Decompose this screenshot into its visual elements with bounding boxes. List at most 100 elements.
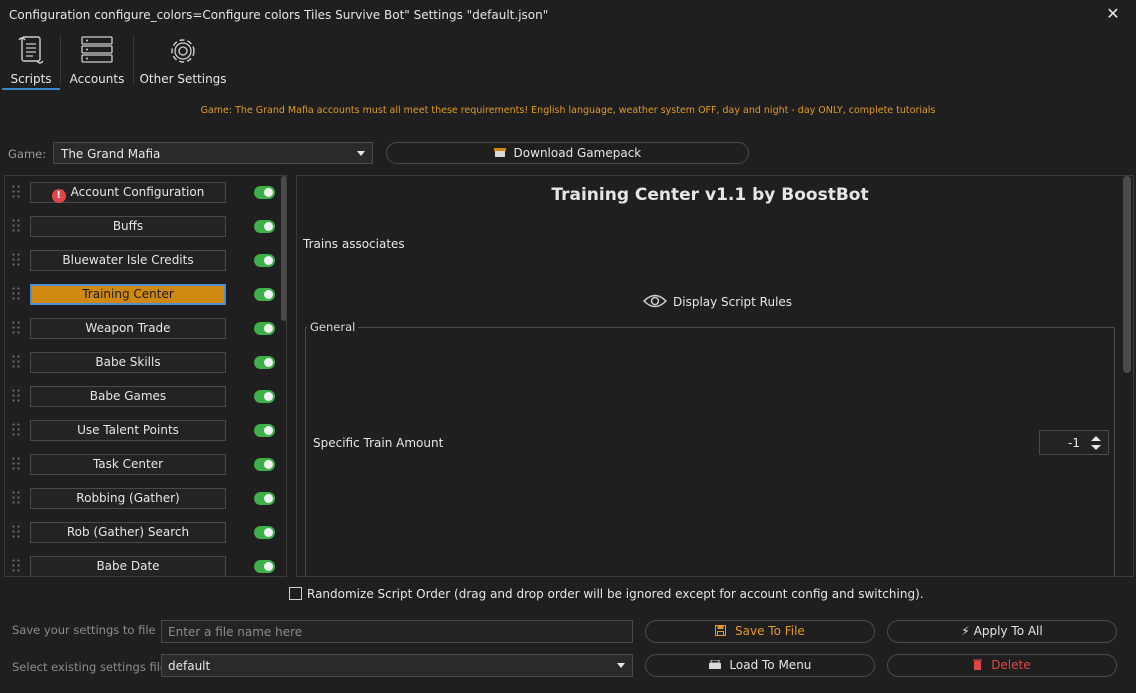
tab-other-settings-label: Other Settings: [139, 72, 227, 86]
specific-train-amount-spinbox[interactable]: -1: [1039, 430, 1109, 455]
general-group: [305, 327, 1115, 576]
save-to-file-button[interactable]: Save To File: [645, 620, 875, 643]
script-enabled-toggle[interactable]: [254, 322, 275, 335]
script-label: Weapon Trade: [85, 321, 171, 335]
tab-other-settings[interactable]: Other Settings: [136, 30, 230, 88]
script-button[interactable]: Babe Games: [30, 386, 226, 407]
drag-handle-icon[interactable]: [11, 354, 21, 370]
drag-handle-icon[interactable]: [11, 388, 21, 404]
apply-to-all-button[interactable]: ⚡ Apply To All: [887, 620, 1117, 643]
eye-icon: [642, 293, 668, 312]
script-enabled-toggle[interactable]: [254, 220, 275, 233]
game-label: Game:: [8, 147, 47, 161]
script-row[interactable]: Task Center: [5, 448, 280, 482]
settings-file-select[interactable]: default: [161, 654, 633, 677]
script-list-scrollbar[interactable]: [281, 176, 286, 321]
script-button[interactable]: ! Account Configuration: [30, 182, 226, 203]
script-button[interactable]: Bluewater Isle Credits: [30, 250, 226, 271]
tab-scripts[interactable]: Scripts: [2, 30, 60, 90]
script-row[interactable]: Babe Date: [5, 550, 280, 576]
floppy-icon: [715, 624, 735, 638]
script-row[interactable]: Training Center: [5, 278, 280, 312]
script-button[interactable]: Weapon Trade: [30, 318, 226, 339]
script-row[interactable]: Weapon Trade: [5, 312, 280, 346]
drag-handle-icon[interactable]: [11, 184, 21, 200]
script-enabled-toggle[interactable]: [254, 492, 275, 505]
script-row[interactable]: Rob (Gather) Search: [5, 516, 280, 550]
script-button[interactable]: Babe Skills: [30, 352, 226, 373]
display-script-rules-button[interactable]: Display Script Rules: [642, 293, 792, 313]
tab-scripts-label: Scripts: [10, 72, 52, 86]
script-enabled-toggle[interactable]: [254, 560, 275, 573]
tab-divider: [60, 36, 61, 84]
script-row[interactable]: Use Talent Points: [5, 414, 280, 448]
script-label: Buffs: [112, 219, 144, 233]
script-enabled-toggle[interactable]: [254, 424, 275, 437]
delete-button[interactable]: Delete: [887, 654, 1117, 677]
drag-handle-icon[interactable]: [11, 490, 21, 506]
script-row[interactable]: Robbing (Gather): [5, 482, 280, 516]
close-icon[interactable]: ✕: [1104, 5, 1122, 23]
scroll-icon: [16, 34, 46, 69]
script-button[interactable]: Training Center: [30, 284, 226, 305]
checkbox-icon[interactable]: [289, 587, 302, 600]
filename-input[interactable]: [161, 620, 633, 643]
delete-label: Delete: [991, 658, 1031, 672]
script-button[interactable]: Buffs: [30, 216, 226, 237]
drag-handle-icon[interactable]: [11, 252, 21, 268]
drag-handle-icon[interactable]: [11, 320, 21, 336]
download-gamepack-button[interactable]: Download Gamepack: [386, 142, 749, 164]
package-icon: [493, 146, 514, 160]
select-settings-label: Select existing settings file: [12, 660, 167, 674]
script-enabled-toggle[interactable]: [254, 458, 275, 471]
drag-handle-icon[interactable]: [11, 286, 21, 302]
specific-train-amount-label: Specific Train Amount: [313, 436, 444, 450]
script-button[interactable]: Rob (Gather) Search: [30, 522, 226, 543]
drag-handle-icon[interactable]: [11, 524, 21, 540]
game-select[interactable]: The Grand Mafia: [53, 142, 373, 164]
script-enabled-toggle[interactable]: [254, 526, 275, 539]
script-enabled-toggle[interactable]: [254, 356, 275, 369]
load-to-menu-button[interactable]: Load To Menu: [645, 654, 875, 677]
chevron-down-icon: [617, 663, 625, 668]
drag-handle-icon[interactable]: [11, 456, 21, 472]
detail-scrollbar[interactable]: [1123, 176, 1131, 373]
script-row[interactable]: Babe Skills: [5, 346, 280, 380]
title-bar: Configuration configure_colors=Configure…: [0, 0, 1136, 30]
chevron-down-icon: [357, 151, 365, 156]
spin-down-icon[interactable]: [1091, 445, 1101, 450]
script-list[interactable]: ! Account Configuration Buffs Bluewater Isl…: [4, 175, 287, 577]
drag-handle-icon[interactable]: [11, 422, 21, 438]
script-row[interactable]: Babe Games: [5, 380, 280, 414]
apply-to-all-label: Apply To All: [973, 624, 1043, 638]
drag-handle-icon[interactable]: [11, 558, 21, 574]
script-label: Babe Date: [96, 559, 160, 573]
script-button[interactable]: Use Talent Points: [30, 420, 226, 441]
spin-up-icon[interactable]: [1091, 436, 1101, 441]
randomize-script-order-checkbox[interactable]: Randomize Script Order (drag and drop or…: [289, 587, 924, 601]
script-enabled-toggle[interactable]: [254, 390, 275, 403]
script-detail-panel: Training Center v1.1 by BoostBot Trains …: [296, 175, 1134, 577]
script-label: Account Configuration: [70, 185, 205, 199]
script-title: Training Center v1.1 by BoostBot: [551, 185, 869, 205]
script-row[interactable]: ! Account Configuration: [5, 176, 280, 210]
tab-accounts-label: Accounts: [69, 72, 125, 86]
script-button[interactable]: Robbing (Gather): [30, 488, 226, 509]
script-button[interactable]: Babe Date: [30, 556, 226, 576]
script-enabled-toggle[interactable]: [254, 254, 275, 267]
script-row[interactable]: Bluewater Isle Credits: [5, 244, 280, 278]
script-label: Bluewater Isle Credits: [62, 253, 194, 267]
drag-handle-icon[interactable]: [11, 218, 21, 234]
lightning-icon: ⚡: [961, 624, 970, 638]
script-enabled-toggle[interactable]: [254, 186, 275, 199]
script-enabled-toggle[interactable]: [254, 288, 275, 301]
tab-accounts[interactable]: Accounts: [62, 30, 132, 88]
download-gamepack-label: Download Gamepack: [513, 146, 642, 160]
game-select-value: The Grand Mafia: [61, 147, 161, 161]
script-button[interactable]: Task Center: [30, 454, 226, 475]
script-row[interactable]: Buffs: [5, 210, 280, 244]
window-title: Configuration configure_colors=Configure…: [9, 8, 549, 22]
gear-icon: [166, 34, 200, 71]
trash-icon: [973, 658, 991, 672]
general-group-label: General: [307, 320, 359, 334]
